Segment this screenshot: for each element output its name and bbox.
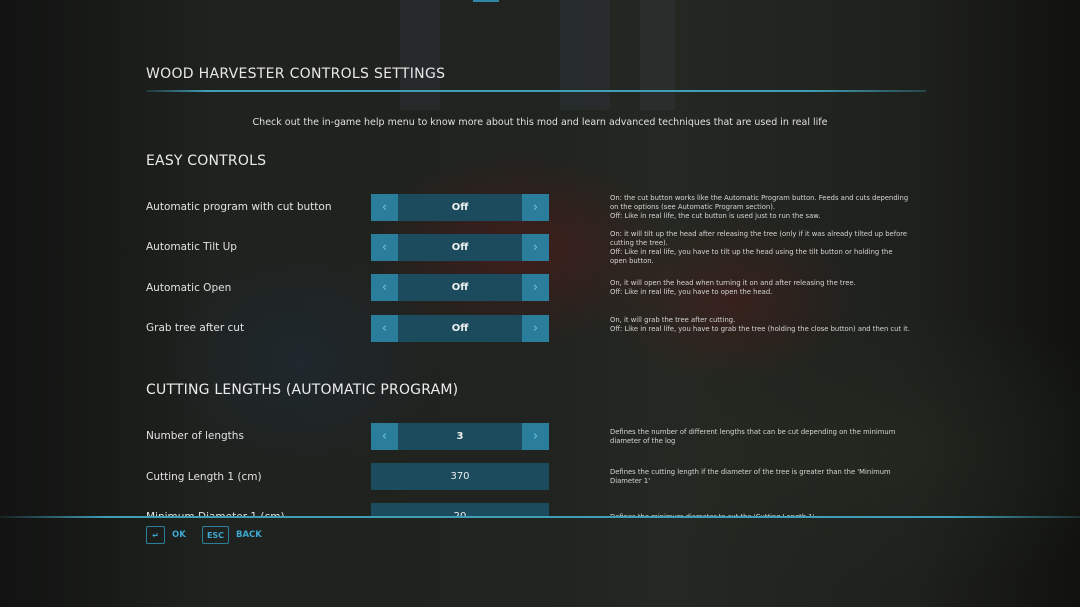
chevron-right-icon: › xyxy=(532,240,539,255)
chevron-left-icon: ‹ xyxy=(381,200,388,215)
setting-description: On, it will grab the tree after cutting.… xyxy=(610,316,910,333)
automatic-open-selector[interactable]: ‹ Off › xyxy=(371,274,549,301)
number-of-lengths-selector[interactable]: ‹ 3 › xyxy=(371,423,549,450)
title-divider xyxy=(146,90,926,92)
prev-option-button[interactable]: ‹ xyxy=(371,315,398,342)
back-button[interactable]: ESC BACK xyxy=(202,526,262,544)
prev-option-button[interactable]: ‹ xyxy=(371,274,398,301)
next-option-button[interactable]: › xyxy=(522,194,549,221)
chevron-left-icon: ‹ xyxy=(381,321,388,336)
automatic-program-selector[interactable]: ‹ Off › xyxy=(371,194,549,221)
section-title-cutting-lengths: CUTTING LENGTHS (AUTOMATIC PROGRAM) xyxy=(146,382,459,398)
chevron-left-icon: ‹ xyxy=(381,280,388,295)
chevron-right-icon: › xyxy=(532,280,539,295)
setting-label: Automatic Open xyxy=(146,282,232,294)
next-option-button[interactable]: › xyxy=(522,423,549,450)
selector-value: Off xyxy=(451,282,469,293)
setting-label: Cutting Length 1 (cm) xyxy=(146,471,262,483)
setting-description: On: the cut button works like the Automa… xyxy=(610,194,909,220)
setting-label: Automatic Tilt Up xyxy=(146,241,237,253)
chevron-right-icon: › xyxy=(532,429,539,444)
next-option-button[interactable]: › xyxy=(522,315,549,342)
setting-label: Automatic program with cut button xyxy=(146,201,332,213)
section-title-easy-controls: EASY CONTROLS xyxy=(146,153,267,169)
background-tree xyxy=(400,0,440,110)
ok-button[interactable]: ↵ OK xyxy=(146,526,186,544)
background-tree xyxy=(560,0,610,110)
grab-tree-selector[interactable]: ‹ Off › xyxy=(371,315,549,342)
selector-value: 3 xyxy=(456,431,464,442)
prev-option-button[interactable]: ‹ xyxy=(371,194,398,221)
prev-option-button[interactable]: ‹ xyxy=(371,423,398,450)
settings-list[interactable]: EASY CONTROLS Automatic program with cut… xyxy=(0,140,1080,516)
next-option-button[interactable]: › xyxy=(522,274,549,301)
next-option-button[interactable]: › xyxy=(522,234,549,261)
setting-description: On: it will tilt up the head after relea… xyxy=(610,230,908,265)
minimum-diameter-1-input[interactable]: 20 xyxy=(371,503,549,516)
selector-value: Off xyxy=(451,202,469,213)
chevron-right-icon: › xyxy=(532,321,539,336)
setting-label: Grab tree after cut xyxy=(146,322,245,334)
selector-value: Off xyxy=(451,242,469,253)
selector-value: Off xyxy=(451,323,469,334)
background-tree xyxy=(640,0,675,110)
back-label: BACK xyxy=(236,530,262,540)
page-subtitle: Check out the in-game help menu to know … xyxy=(252,117,828,128)
chevron-left-icon: ‹ xyxy=(381,429,388,444)
setting-description: Defines the number of different lengths … xyxy=(610,428,896,445)
setting-description: On, it will open the head when turning i… xyxy=(610,279,856,296)
footer-divider xyxy=(0,516,1080,518)
esc-key-icon: ESC xyxy=(202,526,229,544)
chevron-left-icon: ‹ xyxy=(381,240,388,255)
cutting-length-1-input[interactable]: 370 xyxy=(371,463,549,490)
prev-option-button[interactable]: ‹ xyxy=(371,234,398,261)
page-indicator xyxy=(473,0,499,2)
enter-key-icon: ↵ xyxy=(146,526,165,544)
setting-label: Number of lengths xyxy=(146,430,244,442)
page-title: WOOD HARVESTER CONTROLS SETTINGS xyxy=(146,66,446,82)
ok-label: OK xyxy=(172,530,186,540)
setting-description: Defines the cutting length if the diamet… xyxy=(610,468,891,485)
automatic-tilt-up-selector[interactable]: ‹ Off › xyxy=(371,234,549,261)
chevron-right-icon: › xyxy=(532,200,539,215)
